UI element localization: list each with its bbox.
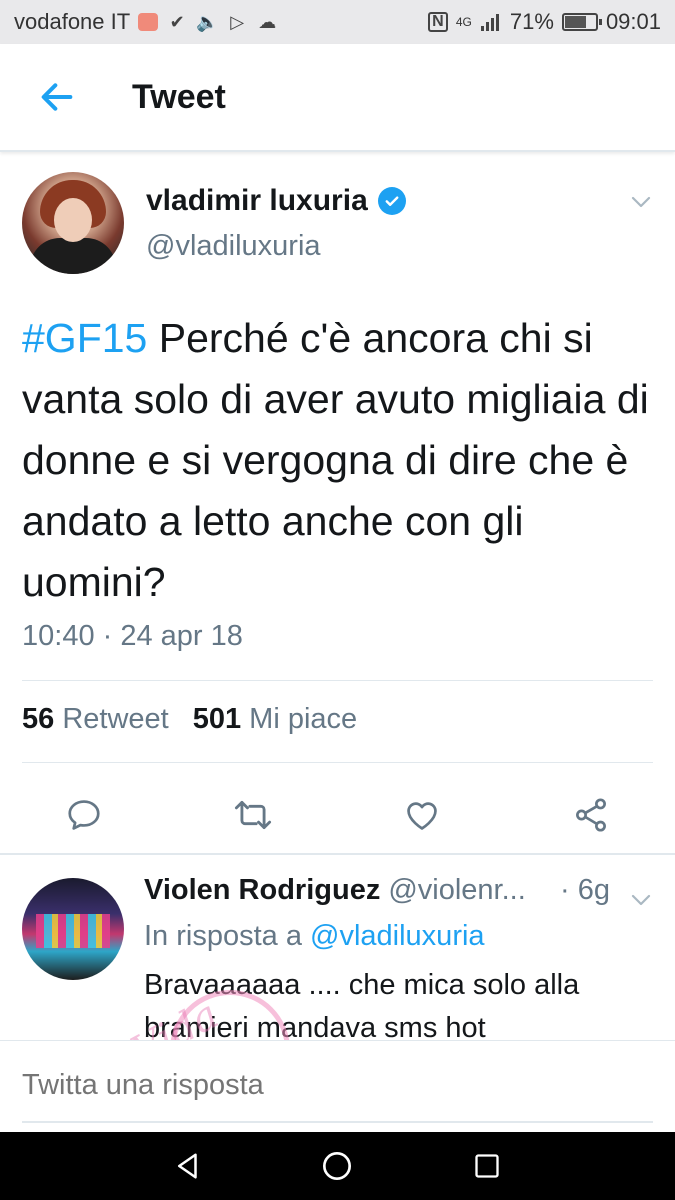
like-label: Mi piace (249, 703, 358, 735)
reply-text: Bravaaaaaa .... che mica solo alla brami… (144, 969, 580, 1044)
tweet-stats: 56 Retweet 501 Mi piace (22, 703, 357, 736)
status-bar: vodafone IT ✔ 🔈 ▷ ☁ N 4G 71% 09:01 (0, 0, 675, 44)
reply-author-avatar[interactable] (22, 878, 124, 980)
like-count: 501 (192, 703, 242, 735)
reply-header: Violen Rodriguez @violenr... · 6g (144, 874, 610, 907)
volume-icon: 🔈 (195, 11, 219, 32)
reply-button[interactable] (59, 790, 109, 840)
reply-composer (0, 1040, 675, 1132)
app-header: Tweet (0, 44, 675, 152)
retweet-count: 56 (22, 703, 55, 735)
chevron-down-icon (631, 196, 651, 208)
reply-input[interactable] (22, 1069, 653, 1102)
share-icon (576, 798, 606, 832)
tweet-timestamp: 10:40 · 24 apr 18 (22, 620, 243, 652)
reply-author-name[interactable]: Violen Rodriguez (144, 874, 380, 907)
reply-to-prefix: In risposta a (144, 920, 311, 952)
page-title: Tweet (132, 77, 226, 116)
divider (22, 762, 653, 763)
divider (22, 680, 653, 681)
tweet-text: #GF15 Perché c'è ancora chi si vanta sol… (22, 308, 662, 613)
verified-badge-icon (377, 187, 406, 215)
tweet-menu-button[interactable] (629, 190, 653, 214)
retweet-label: Retweet (62, 703, 169, 735)
author-handle[interactable]: @vladiluxuria (146, 230, 321, 263)
check-notification-icon: ✔ (169, 11, 185, 32)
nav-home-button[interactable] (317, 1146, 357, 1186)
like-button[interactable] (397, 790, 447, 840)
battery-icon (561, 13, 602, 31)
comment-icon (68, 800, 100, 830)
reply-tweet[interactable]: Violen Rodriguez @violenr... · 6g In ris… (0, 860, 675, 1044)
reply-context: In risposta a @vladiluxuria (144, 920, 485, 953)
carrier-label: vodafone IT (14, 9, 131, 34)
heart-icon (407, 802, 437, 830)
retweet-icon (234, 800, 272, 830)
nfc-icon: N (427, 12, 448, 32)
reply-author-handle[interactable]: @violenr... (388, 874, 525, 907)
tweet-detail: vladimir luxuria @vladiluxuria #GF15 Per… (0, 160, 675, 832)
nav-recents-button[interactable] (467, 1146, 507, 1186)
tweet-actions (0, 780, 675, 850)
battery-percent: 71% (509, 9, 554, 34)
divider (22, 1121, 653, 1123)
reply-to-mention[interactable]: @vladiluxuria (310, 920, 485, 952)
hashtag-link[interactable]: #GF15 (22, 315, 147, 361)
signal-icon (480, 11, 502, 33)
circle-home-icon (323, 1152, 351, 1180)
square-recents-icon (475, 1154, 499, 1178)
retweet-button[interactable] (228, 790, 278, 840)
divider (0, 853, 675, 855)
network-type-label: 4G (455, 15, 472, 29)
back-button[interactable] (22, 62, 92, 132)
chevron-down-icon (631, 894, 651, 906)
mail-notification-icon (138, 13, 159, 31)
like-stat[interactable]: 501 Mi piace (193, 703, 357, 736)
author-name-row[interactable]: vladimir luxuria (146, 184, 406, 218)
tweet-author-row: vladimir luxuria @vladiluxuria (0, 160, 675, 280)
author-avatar[interactable] (22, 172, 124, 274)
triangle-back-icon (178, 1153, 197, 1179)
arrow-left-icon (41, 83, 73, 111)
play-store-icon: ▷ (230, 11, 245, 32)
clock: 09:01 (605, 9, 661, 34)
reply-menu-button[interactable] (629, 888, 653, 912)
system-navigation-bar (0, 1132, 675, 1200)
nav-back-button[interactable] (168, 1146, 208, 1186)
cloud-icon: ☁ (258, 11, 277, 32)
retweet-stat[interactable]: 56 Retweet (22, 703, 169, 736)
author-name: vladimir luxuria (146, 184, 368, 217)
share-button[interactable] (566, 790, 616, 840)
reply-time: · 6g (560, 874, 610, 906)
